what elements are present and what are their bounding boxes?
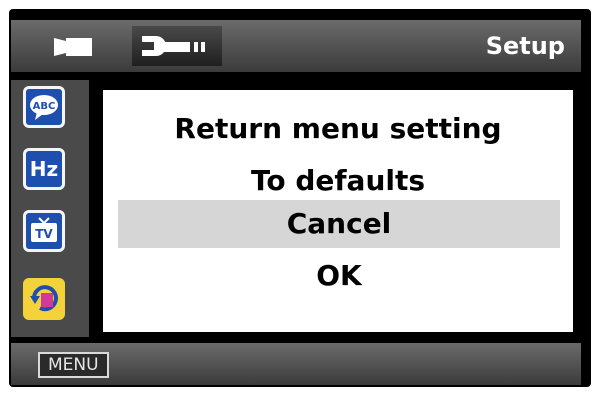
wrench-icon: [142, 36, 205, 56]
video-tab[interactable]: [36, 26, 114, 66]
top-bar: Setup: [11, 20, 581, 72]
sidebar-item-label: TV: [35, 227, 53, 241]
sidebar-item-language[interactable]: ABC: [23, 86, 65, 128]
dialog-message-line1: Return menu setting: [174, 112, 502, 145]
frequency-icon: Hz: [29, 157, 59, 181]
dialog-message-line2: To defaults: [250, 164, 426, 197]
sidebar-item-frequency[interactable]: Hz: [23, 148, 65, 190]
menu-button[interactable]: MENU: [38, 352, 109, 378]
ok-option[interactable]: OK: [118, 252, 560, 300]
cancel-option[interactable]: Cancel: [118, 200, 560, 248]
sidebar-item-label: ABC: [33, 101, 56, 112]
sidebar-item-tv[interactable]: TV: [23, 210, 65, 252]
video-camera-icon: [54, 38, 92, 56]
bottom-bar: MENU: [11, 343, 581, 385]
sidebar-item-default[interactable]: [23, 278, 65, 320]
page-title: Setup: [485, 32, 565, 60]
reset-dialog: Return menu setting To defaults Cancel O…: [99, 86, 577, 336]
setup-tab[interactable]: [132, 26, 222, 66]
tv-icon: TV: [31, 217, 57, 242]
language-icon: ABC: [30, 95, 58, 120]
sidebar: ABC Hz TV: [11, 80, 89, 337]
default-reset-icon: [30, 285, 58, 312]
